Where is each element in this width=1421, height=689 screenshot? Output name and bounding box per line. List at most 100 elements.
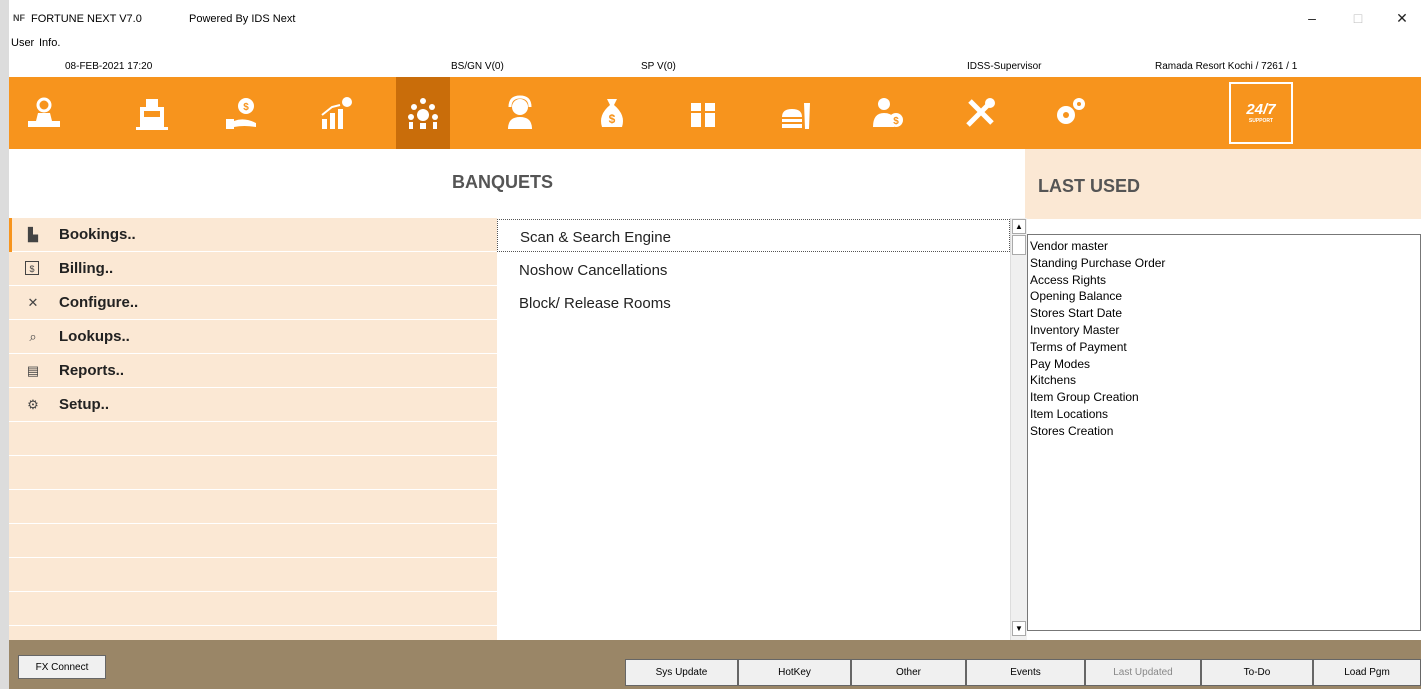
finance-button[interactable]: $ (215, 77, 269, 149)
left-menu-label: Configure.. (59, 294, 139, 311)
left-menu-item-billing[interactable]: $ Billing.. (9, 252, 497, 286)
last-used-item[interactable]: Stores Start Date (1028, 305, 1420, 322)
to-do-button[interactable]: To-Do (1201, 659, 1313, 686)
last-used-item[interactable]: Access Rights (1028, 272, 1420, 289)
module-toolbar: $ $ $ 24/7 SUPPORT (9, 77, 1421, 149)
status-line: 08-FEB-2021 17:20 BS/GN V(0) SP V(0) IDS… (9, 58, 1421, 76)
support-24x7-button[interactable]: 24/7 SUPPORT (1229, 82, 1293, 144)
left-menu-item-reports[interactable]: ▤ Reports.. (9, 354, 497, 388)
left-menu-item-bookings[interactable]: ▙ Bookings.. (9, 218, 497, 252)
last-used-item[interactable]: Stores Creation (1028, 423, 1420, 440)
pos-button[interactable] (125, 77, 179, 149)
lookups-icon: ⌕ (29, 329, 37, 344)
last-used-item[interactable]: Terms of Payment (1028, 339, 1420, 356)
hotkey-button[interactable]: HotKey (738, 659, 851, 686)
left-menu: ▙ Bookings.. $ Billing.. ✕ Configure.. ⌕… (9, 218, 497, 640)
sub-menu-item-block-release[interactable]: Block/ Release Rooms (497, 286, 1010, 319)
status-bs: BS/GN V(0) (451, 61, 504, 72)
left-menu-label: Lookups.. (59, 328, 130, 345)
scroll-thumb[interactable] (1012, 235, 1026, 255)
events-button[interactable]: Events (966, 659, 1085, 686)
pos-register-icon (136, 99, 168, 130)
hr-payroll-icon: $ (873, 98, 903, 127)
reports-chart-icon (321, 97, 352, 129)
tools-icon (966, 98, 995, 127)
left-menu-label: Reports.. (59, 362, 125, 379)
powered-by-label: Powered By IDS Next (189, 13, 296, 25)
crm-button[interactable] (493, 77, 547, 149)
last-used-header: LAST USED (1025, 149, 1421, 219)
banquets-button[interactable] (396, 77, 450, 149)
last-used-item[interactable]: Inventory Master (1028, 322, 1420, 339)
last-used-item[interactable]: Opening Balance (1028, 288, 1420, 305)
finance-icon: $ (226, 98, 256, 129)
left-menu-item-setup[interactable]: ⚙ Setup.. (9, 388, 497, 422)
svg-text:$: $ (609, 112, 616, 126)
sub-menu-list: Scan & Search Engine Noshow Cancellation… (497, 218, 1010, 640)
last-used-list[interactable]: Vendor master Standing Purchase Order Acce… (1027, 234, 1421, 631)
fx-connect-button[interactable]: FX Connect (18, 655, 106, 679)
reports-chart-button[interactable] (309, 77, 363, 149)
svg-text:$: $ (243, 102, 249, 113)
last-used-title: LAST USED (1038, 176, 1141, 196)
other-button[interactable]: Other (851, 659, 966, 686)
bottom-bar: FX Connect Sys Update HotKey Other Event… (9, 640, 1421, 689)
bookings-icon: ▙ (28, 227, 38, 242)
money-bag-icon: $ (601, 99, 623, 127)
scroll-up-icon[interactable]: ▲ (1012, 219, 1026, 234)
status-datetime: 08-FEB-2021 17:20 (65, 61, 153, 72)
front-office-icon (28, 97, 60, 127)
support-label: 24/7 (1246, 101, 1276, 118)
sub-menu-label: Scan & Search Engine (520, 229, 671, 246)
svg-text:$: $ (893, 116, 899, 127)
sub-menu-item-scan-search[interactable]: Scan & Search Engine (497, 219, 1010, 252)
desktop-edge (0, 0, 9, 689)
sub-menu-scrollbar[interactable]: ▲ ▼ (1010, 218, 1027, 640)
menu-info[interactable]: Info. (39, 37, 60, 49)
setup-icon: ⚙ (27, 397, 39, 412)
accounts-button[interactable]: $ (585, 77, 639, 149)
last-used-item[interactable]: Pay Modes (1028, 356, 1420, 373)
status-hotel: Ramada Resort Kochi / 7261 / 1 (1155, 61, 1298, 72)
sub-menu-item-noshow[interactable]: Noshow Cancellations (497, 253, 1010, 286)
food-beverage-button[interactable] (769, 77, 823, 149)
sys-update-button[interactable]: Sys Update (625, 659, 738, 686)
maximize-button[interactable]: □ (1343, 10, 1373, 26)
status-user: IDSS-Supervisor (967, 61, 1042, 72)
load-pgm-button[interactable]: Load Pgm (1313, 659, 1421, 686)
food-beverage-icon (782, 103, 810, 129)
active-indicator (9, 218, 12, 252)
settings-button[interactable] (1043, 77, 1097, 149)
support-sub-label: SUPPORT (1248, 118, 1274, 124)
inventory-button[interactable] (676, 77, 730, 149)
tools-button[interactable] (953, 77, 1007, 149)
settings-gears-icon (1057, 98, 1085, 124)
crm-headset-icon (508, 95, 532, 129)
scroll-down-icon[interactable]: ▼ (1012, 621, 1026, 636)
module-title: BANQUETS (452, 172, 554, 192)
left-menu-label: Billing.. (59, 260, 114, 277)
last-used-item[interactable]: Item Group Creation (1028, 389, 1420, 406)
window-title: FORTUNE NEXT V7.0 (31, 13, 142, 25)
left-menu-label: Setup.. (59, 396, 110, 413)
front-office-button[interactable] (17, 77, 71, 149)
status-sp: SP V(0) (641, 61, 676, 72)
sub-menu-label: Noshow Cancellations (519, 262, 668, 279)
inventory-boxes-icon (691, 103, 715, 127)
last-used-item[interactable]: Kitchens (1028, 372, 1420, 389)
minimize-button[interactable]: – (1297, 10, 1327, 26)
close-button[interactable]: ✕ (1387, 10, 1417, 27)
last-used-item[interactable]: Vendor master (1028, 238, 1420, 255)
last-updated-button[interactable]: Last Updated (1085, 659, 1201, 686)
last-used-item[interactable]: Standing Purchase Order (1028, 255, 1420, 272)
billing-icon: $ (25, 261, 39, 275)
title-bar: NF FORTUNE NEXT V7.0 Powered By IDS Next… (9, 0, 1421, 36)
reports-icon: ▤ (26, 363, 40, 378)
last-used-item[interactable]: Item Locations (1028, 406, 1420, 423)
app-logo-icon: NF (13, 13, 25, 23)
banquets-icon (408, 98, 438, 129)
hr-payroll-button[interactable]: $ (861, 77, 915, 149)
left-menu-item-configure[interactable]: ✕ Configure.. (9, 286, 497, 320)
left-menu-item-lookups[interactable]: ⌕ Lookups.. (9, 320, 497, 354)
menu-user[interactable]: User (11, 37, 34, 49)
